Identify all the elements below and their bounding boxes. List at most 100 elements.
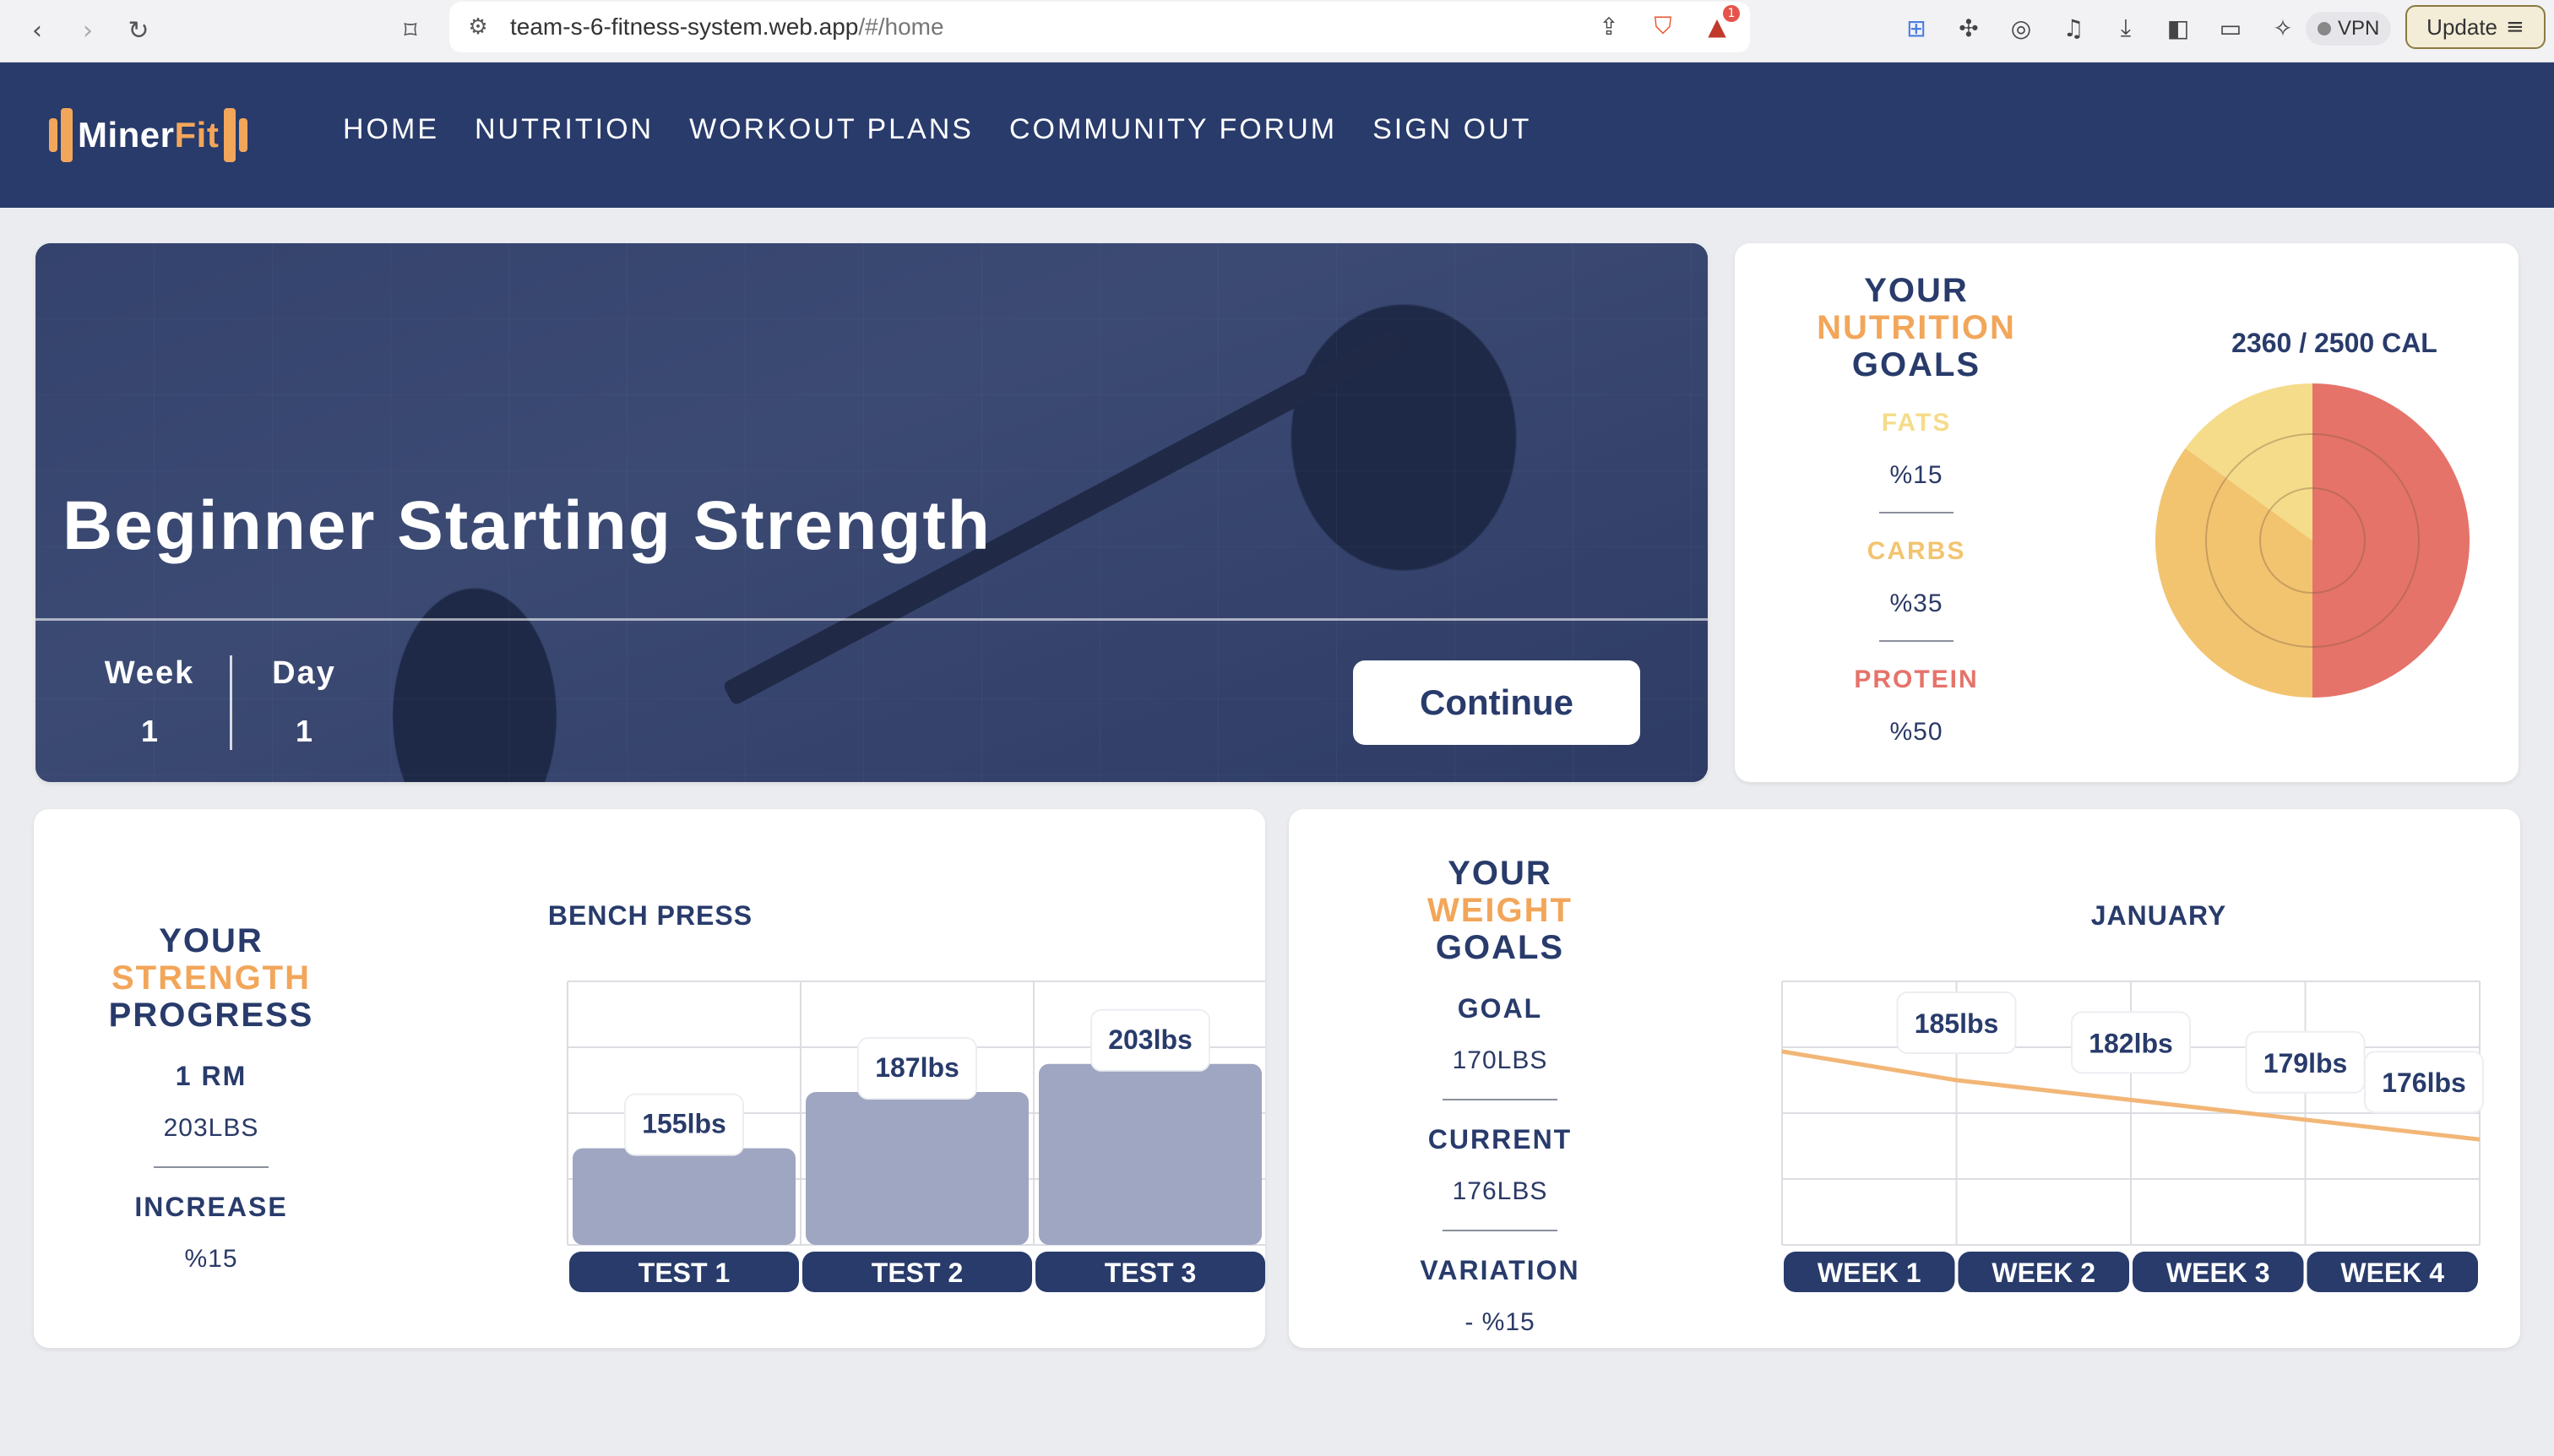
sparkle-icon[interactable]: ✧ [2267, 12, 2299, 44]
current-weight: CURRENT 176LBS [1373, 1124, 1627, 1206]
data-label: 182lbs [2089, 1028, 2173, 1058]
current-label: CURRENT [1427, 1124, 1573, 1154]
macro-list: YOUR NUTRITION GOALS FATS %15 CARBS %35 … [1794, 272, 2039, 747]
macro-pie-chart [2155, 383, 2470, 698]
strength-progress-card: YOUR STRENGTH PROGRESS 1 RM 203LBS INCRE… [34, 809, 1265, 1348]
dumbbell-plate-icon [224, 108, 236, 162]
variation-value: - %15 [1464, 1308, 1535, 1336]
macro-pct: %15 [1889, 461, 1943, 489]
data-label: 179lbs [2263, 1048, 2348, 1078]
week-stat: Week 1 [103, 655, 196, 749]
bar-test-1 [573, 1148, 796, 1245]
nav-workout-plans[interactable]: WORKOUT PLANS [689, 113, 974, 146]
bench-press-chart-title: BENCH PRESS [547, 900, 753, 931]
vpn-status-icon [2318, 22, 2331, 35]
macro-name: PROTEIN [1854, 666, 1979, 693]
nutrition-title: YOUR NUTRITION GOALS [1817, 272, 2016, 383]
increase: INCREASE %15 [84, 1192, 338, 1274]
dumbbell-plate-icon [49, 118, 57, 152]
day-stat: Day 1 [264, 655, 345, 749]
x-tick-label: WEEK 4 [2340, 1258, 2444, 1288]
macro-pct: %50 [1889, 718, 1943, 746]
data-label: 155lbs [642, 1109, 726, 1139]
brave-shield-icon[interactable]: ⛉ [1647, 10, 1679, 42]
brave-rewards-icon[interactable]: ▲ 1 [1701, 5, 1740, 42]
url-text[interactable]: team-s-6-fitness-system.web.app/#/home [510, 14, 944, 41]
weight-goals-card: YOUR WEIGHT GOALS GOAL 170LBS CURRENT 17… [1289, 809, 2520, 1348]
macro-carbs: CARBS %35 [1794, 537, 2039, 642]
update-button[interactable]: Update ≡ [2405, 5, 2546, 49]
x-tick-label: WEEK 3 [2166, 1258, 2270, 1288]
main-nav: HOME NUTRITION WORKOUT PLANS COMMUNITY F… [343, 113, 1531, 146]
music-icon[interactable]: ♫ [2057, 12, 2089, 44]
bookmark-icon[interactable]: ⌑ [392, 12, 429, 49]
calorie-summary: 2360 / 2500 CAL [2231, 328, 2437, 358]
app-header: MinerFit HOME NUTRITION WORKOUT PLANS CO… [0, 62, 2554, 208]
extensions-icon[interactable]: ✣ [1953, 12, 1985, 44]
data-label: 185lbs [1915, 1008, 1999, 1039]
stat-divider [230, 655, 232, 750]
x-tick-label: TEST 2 [872, 1258, 963, 1288]
goal-weight: GOAL 170LBS [1373, 993, 1627, 1075]
nav-sign-out[interactable]: SIGN OUT [1372, 113, 1531, 146]
leo-icon[interactable]: ◎ [2005, 12, 2037, 44]
continue-button[interactable]: Continue [1353, 660, 1640, 745]
bar-test-2 [806, 1092, 1029, 1245]
one-rm-label: 1 RM [175, 1061, 247, 1091]
update-label: Update [2426, 14, 2498, 40]
reload-icon[interactable]: ↻ [120, 12, 157, 49]
increase-label: INCREASE [134, 1192, 288, 1222]
nav-home[interactable]: HOME [343, 113, 439, 146]
forward-icon[interactable]: › [69, 12, 106, 49]
site-settings-icon[interactable]: ⚙ [465, 14, 492, 41]
macro-name: CARBS [1867, 537, 1966, 565]
week-value: 1 [140, 714, 159, 748]
program-title: Beginner Starting Strength [62, 487, 992, 564]
back-icon[interactable]: ‹ [19, 12, 56, 49]
x-tick-label: WEEK 1 [1818, 1258, 1921, 1288]
data-label: 187lbs [875, 1052, 959, 1083]
browser-toolbar: ‹ › ↻ ⌑ ⚙ team-s-6-fitness-system.web.ap… [0, 0, 2554, 62]
macro-protein: PROTEIN %50 [1794, 666, 2039, 747]
one-rm: 1 RM 203LBS [84, 1061, 338, 1143]
macro-pct: %35 [1889, 589, 1943, 617]
wallet-icon[interactable]: ▭ [2214, 12, 2247, 44]
translate-icon[interactable]: ⊞ [1900, 12, 1932, 44]
bar-test-3 [1039, 1063, 1262, 1245]
vpn-button[interactable]: VPN [2306, 12, 2392, 46]
dumbbell-plate-icon [61, 108, 73, 162]
macro-fats: FATS %15 [1794, 409, 2039, 513]
strength-title: YOUR STRENGTH PROGRESS [108, 922, 314, 1034]
vpn-label: VPN [2338, 17, 2380, 40]
nav-nutrition[interactable]: NUTRITION [475, 113, 654, 146]
download-icon[interactable]: ⤓ [2110, 12, 2142, 44]
x-tick-label: TEST 1 [638, 1258, 730, 1288]
week-label: Week [104, 655, 195, 691]
weight-title: YOUR WEIGHT GOALS [1427, 855, 1573, 966]
dumbbell-plate-icon [239, 118, 248, 152]
one-rm-value: 203LBS [163, 1114, 259, 1142]
day-value: 1 [295, 714, 313, 748]
weight-info: YOUR WEIGHT GOALS GOAL 170LBS CURRENT 17… [1373, 855, 1627, 1337]
day-label: Day [272, 655, 336, 691]
variation-label: VARIATION [1420, 1255, 1580, 1285]
current-program-card: Beginner Starting Strength Week 1 Day 1 … [35, 243, 1708, 782]
goal-value: 170LBS [1452, 1046, 1548, 1074]
increase-value: %15 [184, 1245, 238, 1273]
nav-community-forum[interactable]: COMMUNITY FORUM [1009, 113, 1337, 146]
address-bar[interactable]: ⚙ team-s-6-fitness-system.web.app/#/home… [449, 2, 1750, 52]
logo-text: MinerFit [78, 115, 220, 155]
goal-label: GOAL [1457, 993, 1543, 1024]
share-icon[interactable]: ⇪ [1593, 10, 1625, 42]
strength-info: YOUR STRENGTH PROGRESS 1 RM 203LBS INCRE… [84, 922, 338, 1274]
x-tick-label: WEEK 2 [1992, 1258, 2095, 1288]
macro-name: FATS [1881, 409, 1952, 437]
current-value: 176LBS [1452, 1177, 1548, 1205]
january-chart-title: JANUARY [2090, 900, 2227, 931]
pie-slice-protein [2312, 383, 2470, 698]
minerfit-logo[interactable]: MinerFit [49, 108, 248, 162]
hero-divider [35, 618, 1708, 621]
data-label: 176lbs [2382, 1068, 2466, 1098]
data-label: 203lbs [1108, 1024, 1193, 1055]
sidebar-icon[interactable]: ◧ [2162, 12, 2194, 44]
